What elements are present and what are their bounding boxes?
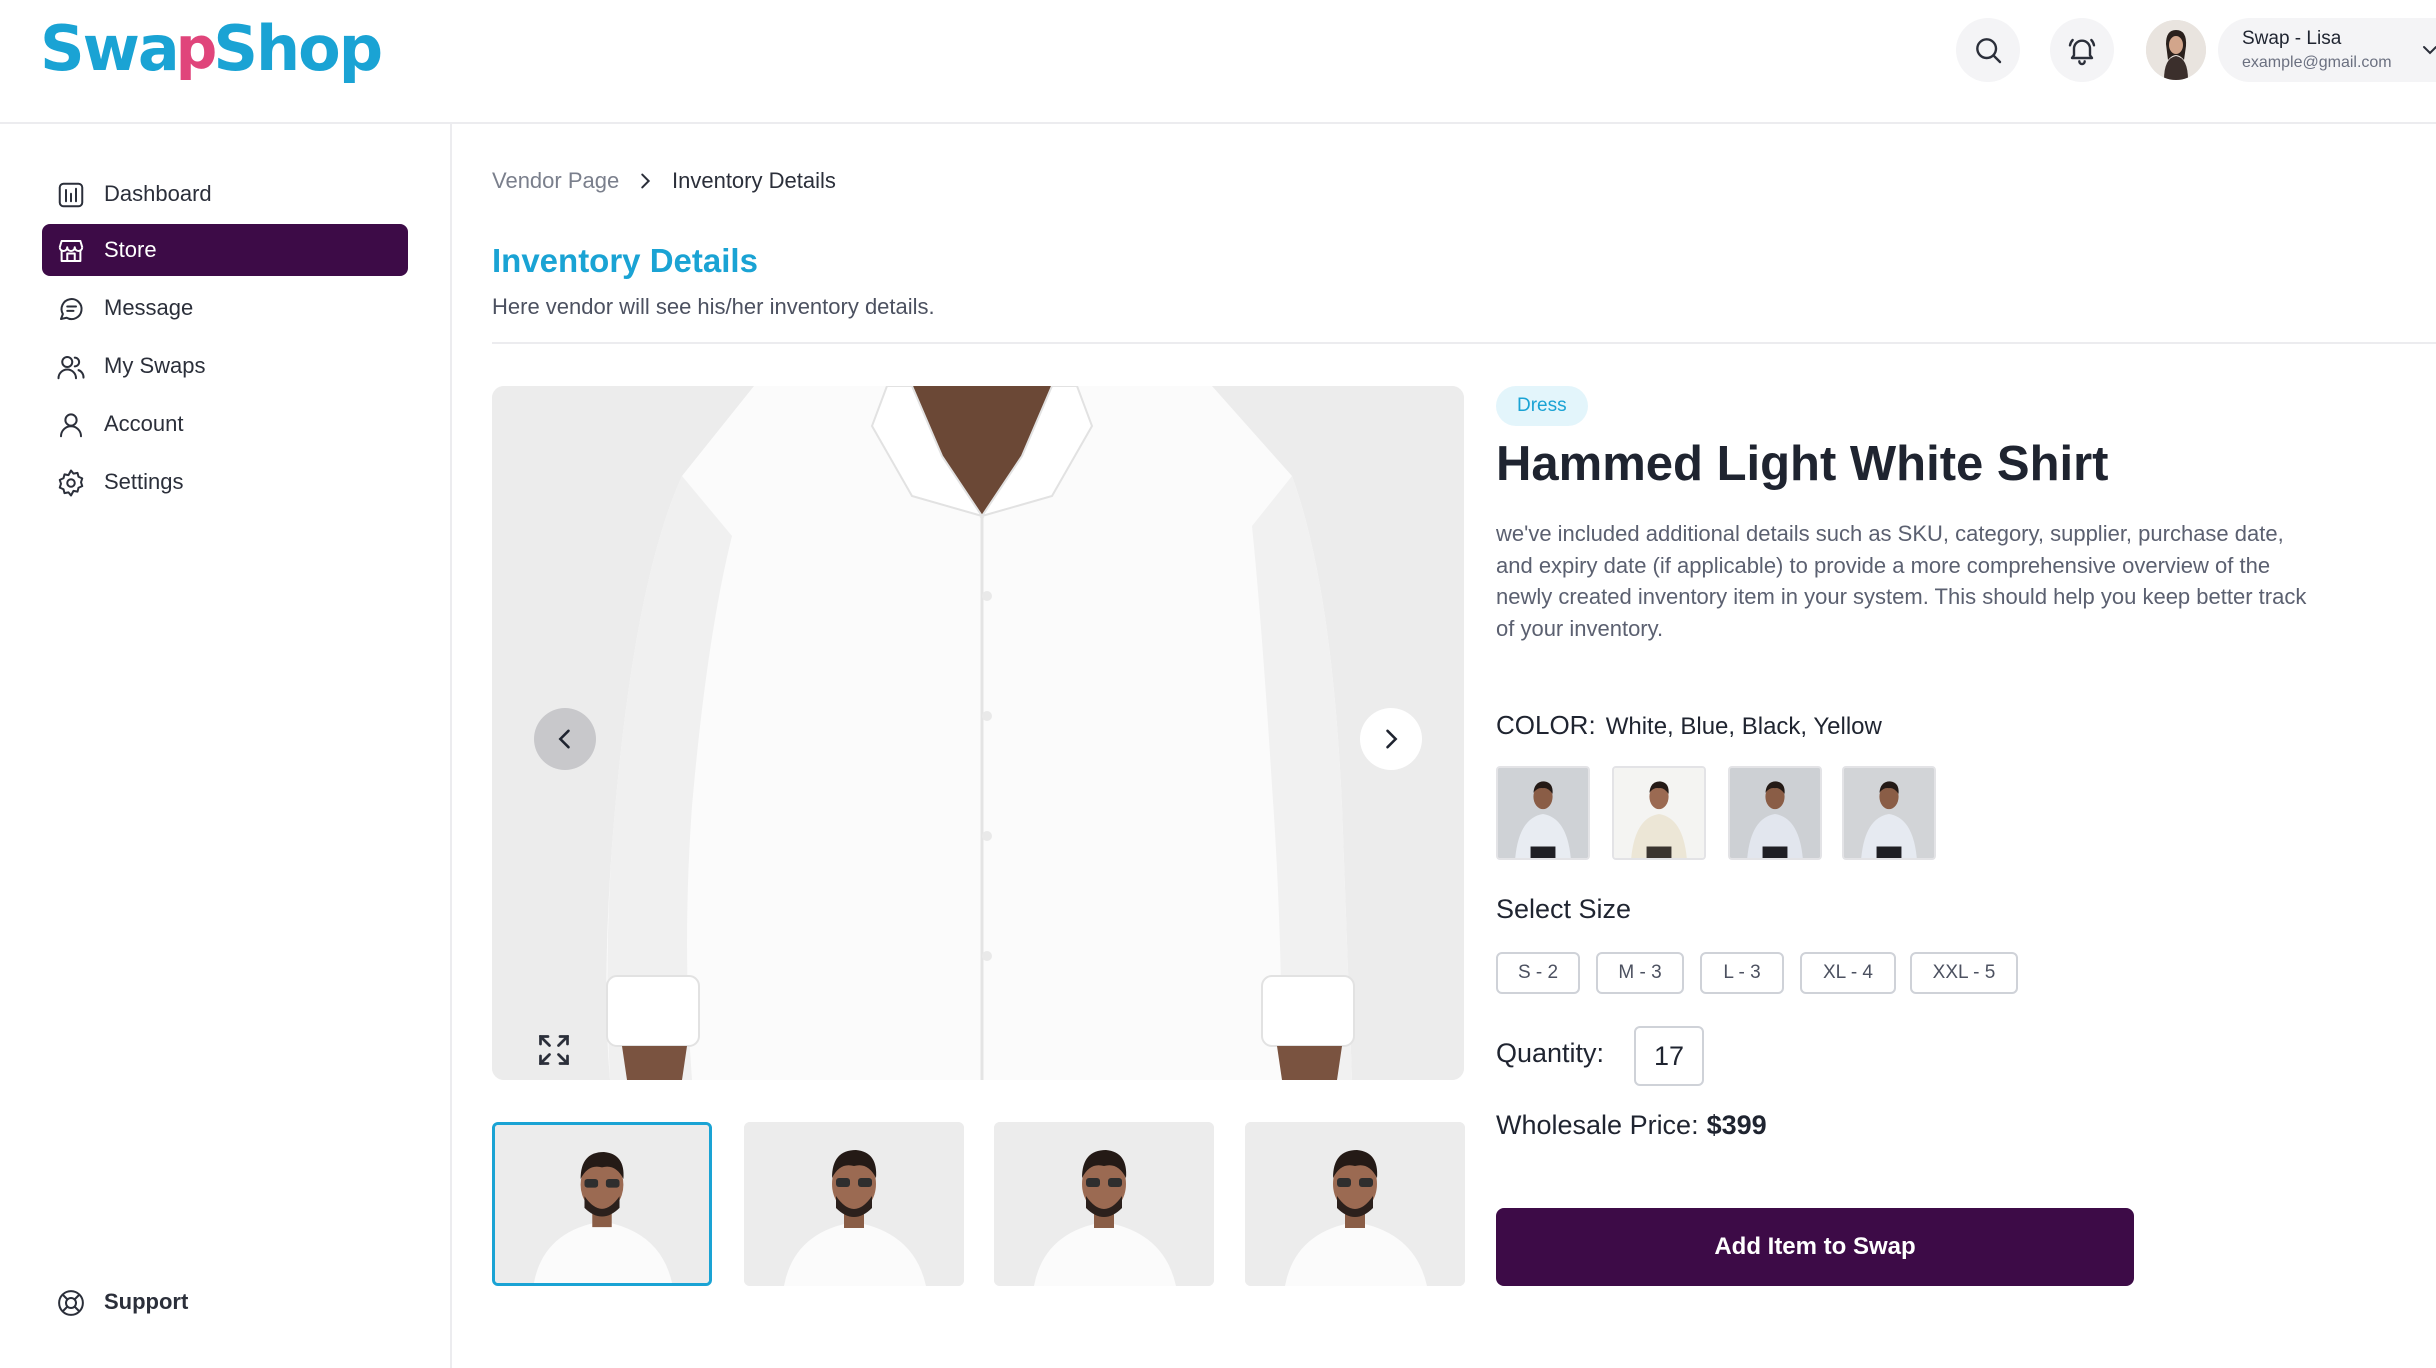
color-swatch-white[interactable]: [1496, 766, 1590, 860]
gallery-thumbnail[interactable]: [1245, 1122, 1465, 1286]
avatar-image: [2146, 20, 2206, 80]
color-label: COLOR:: [1496, 710, 1596, 740]
notifications-button[interactable]: [2050, 18, 2114, 82]
sidebar-item-label: Store: [104, 237, 157, 262]
logo-text-mid: p: [175, 14, 218, 82]
color-row: COLOR: White, Blue, Black, Yellow: [1496, 710, 1882, 741]
thumbnail-photo: [495, 1125, 709, 1283]
product-description: we've included additional details such a…: [1496, 521, 2307, 641]
category-badge: Dress: [1496, 386, 1588, 426]
page-title: Inventory Details: [492, 242, 758, 279]
divider: [492, 342, 2436, 344]
chevron-left-icon: [558, 729, 570, 749]
gear-icon: [58, 469, 84, 497]
sidebar-item-support[interactable]: Support: [42, 1276, 408, 1328]
swatch-photo: [1844, 768, 1934, 858]
user-email: example@gmail.com: [2242, 54, 2392, 71]
next-image-button[interactable]: [1360, 708, 1422, 770]
top-header: Swa p Shop Swap - Lisa example@gmail.com: [0, 0, 2436, 124]
thumbnail-photo: [1245, 1122, 1465, 1286]
search-button[interactable]: [1956, 18, 2020, 82]
shirt-photo: [492, 386, 1464, 1080]
sidebar-item-settings[interactable]: Settings: [42, 456, 408, 508]
add-item-to-swap-button[interactable]: Add Item to Swap: [1496, 1208, 2134, 1286]
color-swatch-black[interactable]: [1728, 766, 1822, 860]
quantity-input[interactable]: 17: [1634, 1026, 1704, 1086]
search-icon: [1976, 38, 2002, 64]
sidebar: Dashboard Store Message My Swaps Account…: [0, 124, 452, 1368]
gallery-thumbnail[interactable]: [744, 1122, 964, 1286]
user-avatar[interactable]: [2146, 20, 2206, 80]
sidebar-item-label: Message: [104, 295, 194, 320]
swatch-photo: [1614, 768, 1704, 858]
sidebar-item-account[interactable]: Account: [42, 398, 408, 450]
gallery-thumbnail[interactable]: [492, 1122, 712, 1286]
sidebar-item-label: Account: [104, 411, 184, 436]
breadcrumb-parent-link[interactable]: Vendor Page: [492, 168, 619, 194]
product-title: Hammed Light White Shirt: [1496, 437, 2109, 491]
size-option-s[interactable]: S - 2: [1496, 952, 1580, 994]
breadcrumb-current: Inventory Details: [672, 168, 836, 193]
chart-icon: [58, 182, 84, 208]
store-icon: [58, 240, 84, 262]
sidebar-item-store[interactable]: Store: [42, 224, 408, 276]
size-option-xxl[interactable]: XXL - 5: [1910, 952, 2018, 994]
size-option-l[interactable]: L - 3: [1700, 952, 1784, 994]
chevron-down-icon: [2423, 46, 2436, 55]
sidebar-item-label: Settings: [104, 469, 184, 494]
swapshop-logo[interactable]: Swa p Shop: [40, 11, 383, 85]
gallery-thumbnail[interactable]: [994, 1122, 1214, 1286]
chevron-right-icon: [641, 173, 651, 189]
product-main-image: [492, 386, 1464, 1080]
color-swatch-yellow[interactable]: [1842, 766, 1936, 860]
size-title: Select Size: [1496, 894, 1632, 924]
thumbnail-photo: [994, 1122, 1214, 1286]
swatch-photo: [1730, 768, 1820, 858]
thumbnail-photo: [744, 1122, 964, 1286]
user-icon: [60, 413, 82, 438]
page-subtitle: Here vendor will see his/her inventory d…: [492, 294, 935, 319]
support-icon: [58, 1290, 84, 1316]
quantity-label: Quantity:: [1496, 1038, 1605, 1068]
message-icon: [60, 298, 83, 321]
size-option-xl[interactable]: XL - 4: [1800, 952, 1896, 994]
logo-text-start: Swa: [40, 11, 180, 85]
swatch-photo: [1498, 768, 1588, 858]
sidebar-item-my-swaps[interactable]: My Swaps: [42, 340, 408, 392]
sidebar-item-label: Support: [104, 1289, 189, 1314]
sidebar-item-label: My Swaps: [104, 353, 206, 378]
sidebar-item-label: Dashboard: [104, 181, 212, 206]
sidebar-item-dashboard[interactable]: Dashboard: [42, 168, 408, 220]
price-value: $399: [1706, 1110, 1767, 1140]
size-option-m[interactable]: M - 3: [1596, 952, 1684, 994]
color-swatch-blue[interactable]: [1612, 766, 1706, 860]
bell-icon: [2068, 38, 2096, 66]
price-row: Wholesale Price: $399: [1496, 1110, 1767, 1141]
logo-text-end: Shop: [213, 11, 383, 85]
color-values: White, Blue, Black, Yellow: [1605, 713, 1882, 740]
user-name: Swap - Lisa: [2242, 28, 2342, 49]
previous-image-button[interactable]: [534, 708, 596, 770]
user-menu[interactable]: Swap - Lisa example@gmail.com: [2218, 18, 2436, 82]
price-label: Wholesale Price:: [1496, 1110, 1699, 1140]
sidebar-item-message[interactable]: Message: [42, 282, 408, 334]
chevron-right-icon: [1386, 729, 1398, 749]
expand-icon[interactable]: [536, 1032, 572, 1068]
users-icon: [57, 356, 85, 380]
